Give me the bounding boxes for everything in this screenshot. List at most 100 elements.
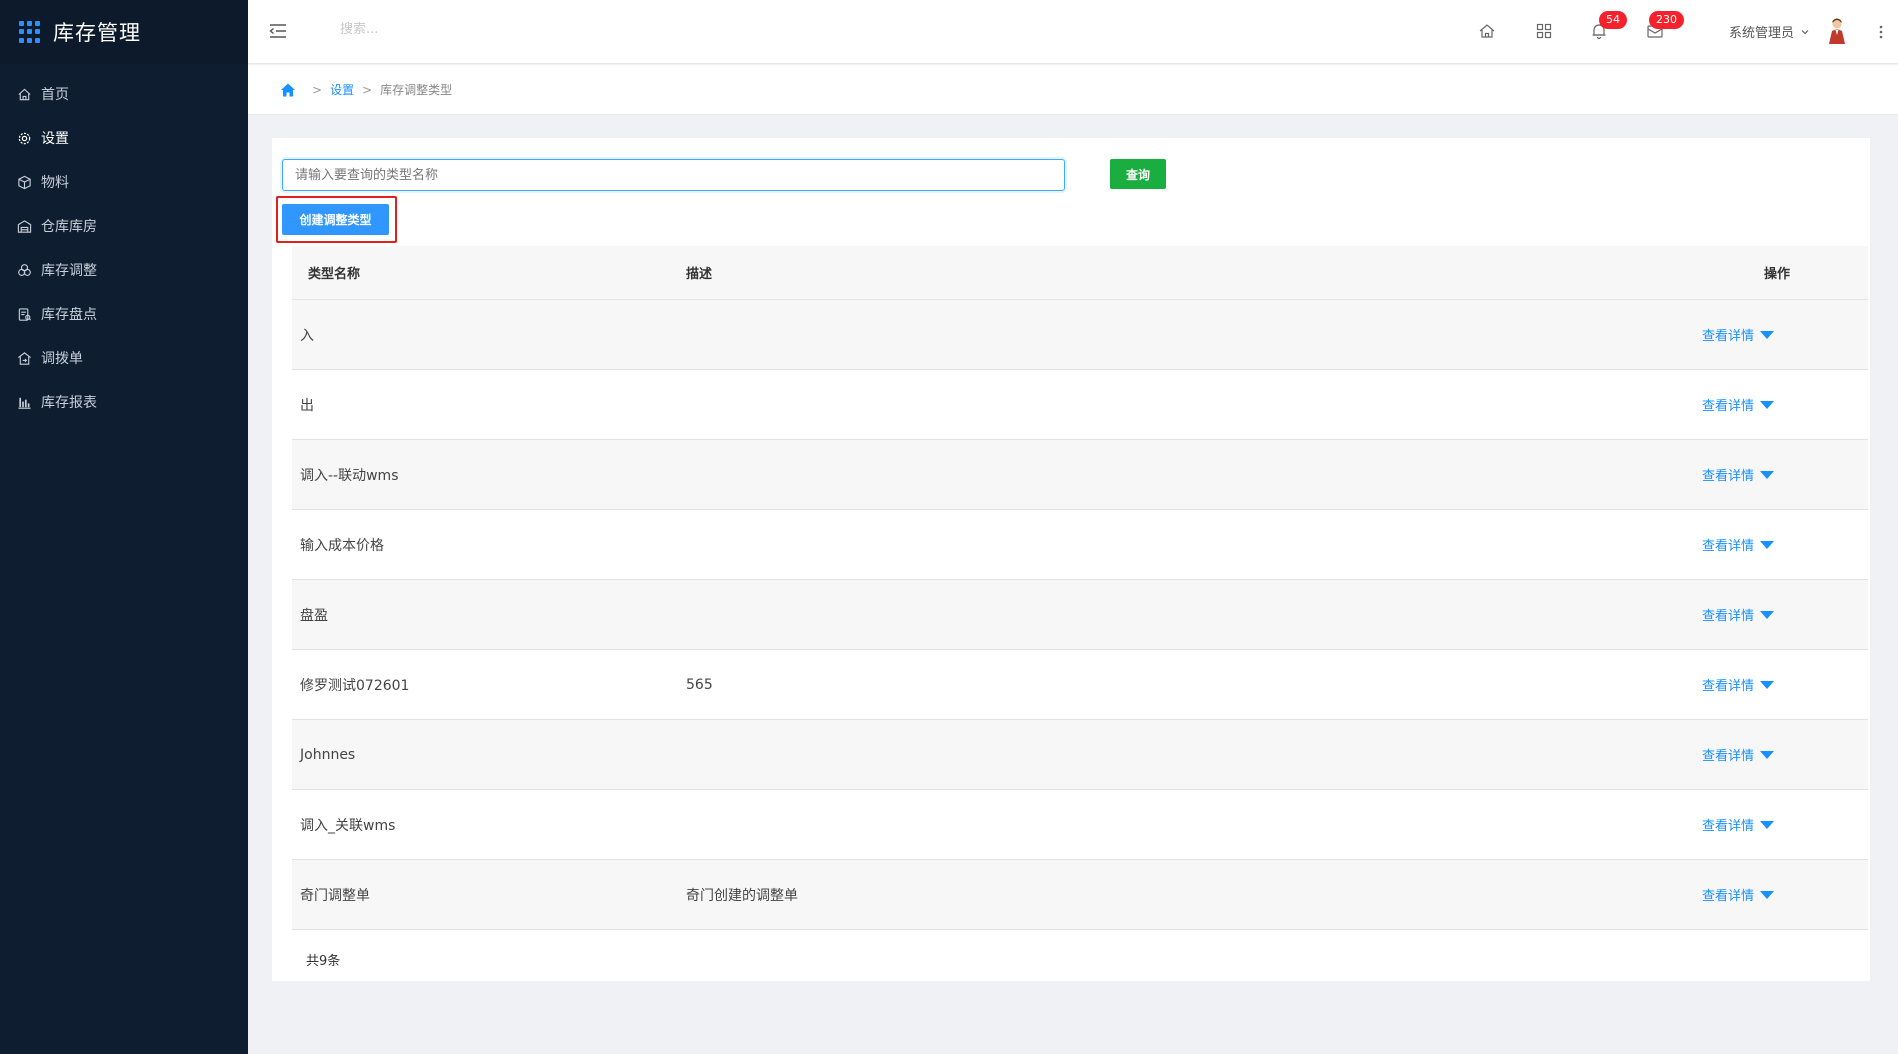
- view-details-label: 查看详情: [1702, 469, 1755, 484]
- view-details-link[interactable]: 查看详情: [1702, 815, 1775, 834]
- inventory-check-icon: [16, 306, 32, 322]
- table-row: 出 查看详情: [292, 370, 1868, 440]
- cell-name: 盘盈: [300, 607, 328, 624]
- cell-name: Johnnes: [300, 746, 356, 763]
- bell-icon[interactable]: 54: [1589, 11, 1627, 41]
- sidebar-item-transfer[interactable]: 调拨单: [0, 336, 248, 380]
- sidebar-item-stock-adjust[interactable]: 库存调整: [0, 248, 248, 292]
- box-icon: [16, 174, 32, 190]
- sidebar-nav: 首页 设置 物料 仓库库房 库存调整 库存盘点 调拨单 库存报表: [0, 72, 248, 424]
- message-icon[interactable]: 230: [1645, 11, 1684, 41]
- app-title: 库存管理: [53, 21, 141, 45]
- bar-chart-icon: [16, 394, 32, 410]
- view-details-label: 查看详情: [1702, 609, 1755, 624]
- column-header-name: 类型名称: [308, 267, 361, 282]
- view-details-link[interactable]: 查看详情: [1702, 745, 1775, 764]
- cell-desc: 奇门创建的调整单: [686, 887, 798, 904]
- sidebar: 库存管理 首页 设置 物料 仓库库房 库存调整 库存盘点 调拨单 库存报表: [0, 0, 248, 1054]
- menu-toggle-icon[interactable]: [268, 20, 288, 42]
- view-details-link[interactable]: 查看详情: [1702, 675, 1775, 694]
- view-details-label: 查看详情: [1702, 329, 1755, 344]
- sidebar-item-label: 首页: [41, 87, 69, 103]
- column-header-op: 操作: [1763, 267, 1790, 282]
- breadcrumb-current: 库存调整类型: [380, 83, 453, 97]
- sidebar-item-home[interactable]: 首页: [0, 72, 248, 116]
- table-row: 修罗测试072601 565 查看详情: [292, 650, 1868, 720]
- global-search-input[interactable]: [340, 22, 640, 37]
- notification-badge: 54: [1599, 11, 1627, 29]
- view-details-label: 查看详情: [1702, 399, 1755, 414]
- caret-down-icon: [1760, 610, 1775, 619]
- sidebar-item-settings[interactable]: 设置: [0, 116, 248, 160]
- breadcrumb-settings-link[interactable]: 设置: [330, 81, 354, 98]
- cell-name: 调入--联动wms: [300, 467, 399, 484]
- table-row: 奇门调整单 奇门创建的调整单 查看详情: [292, 860, 1868, 930]
- view-details-link[interactable]: 查看详情: [1702, 885, 1775, 904]
- view-details-label: 查看详情: [1702, 539, 1755, 554]
- table-row: 调入_关联wms 查看详情: [292, 790, 1868, 860]
- transfer-icon: [16, 350, 32, 366]
- caret-down-icon: [1760, 400, 1775, 409]
- sidebar-item-materials[interactable]: 物料: [0, 160, 248, 204]
- view-details-link[interactable]: 查看详情: [1702, 465, 1775, 484]
- chevron-down-icon: [1801, 29, 1809, 34]
- table-row: 输入成本价格 查看详情: [292, 510, 1868, 580]
- breadcrumb-separator: >: [312, 82, 323, 97]
- caret-down-icon: [1760, 750, 1775, 759]
- table-header: 类型名称 描述 操作: [292, 246, 1868, 300]
- query-button[interactable]: 查询: [1110, 159, 1166, 189]
- sidebar-item-label: 仓库库房: [41, 219, 97, 235]
- sidebar-item-stock-report[interactable]: 库存报表: [0, 380, 248, 424]
- column-header-desc: 描述: [686, 267, 713, 282]
- warehouse-icon: [16, 218, 32, 234]
- user-menu[interactable]: 系统管理员: [1729, 22, 1810, 41]
- apps-grid-icon[interactable]: [19, 21, 41, 43]
- sidebar-item-warehouse[interactable]: 仓库库房: [0, 204, 248, 248]
- caret-down-icon: [1760, 470, 1775, 479]
- avatar[interactable]: [1826, 17, 1848, 45]
- content-panel: 查询 创建调整类型 类型名称 描述 操作 入 查看详情 出 查看详情 调入--联…: [272, 138, 1870, 981]
- view-details-link[interactable]: 查看详情: [1702, 605, 1775, 624]
- view-details-link[interactable]: 查看详情: [1702, 325, 1775, 344]
- sidebar-item-stocktake[interactable]: 库存盘点: [0, 292, 248, 336]
- cell-name: 修罗测试072601: [300, 677, 410, 694]
- breadcrumb-separator: >: [362, 82, 373, 97]
- table-row: Johnnes 查看详情: [292, 720, 1868, 790]
- cell-name: 奇门调整单: [300, 887, 370, 904]
- brand: 库存管理: [0, 0, 248, 64]
- caret-down-icon: [1760, 820, 1775, 829]
- cell-name: 出: [300, 397, 314, 414]
- sidebar-item-label: 库存调整: [41, 263, 97, 279]
- apps-icon[interactable]: [1534, 21, 1554, 41]
- sidebar-item-label: 库存报表: [41, 395, 97, 411]
- adjust-icon: [16, 262, 32, 278]
- sidebar-item-label: 调拨单: [41, 351, 83, 367]
- cell-desc: 565: [686, 676, 713, 693]
- home-icon[interactable]: [1477, 21, 1497, 41]
- caret-down-icon: [1760, 890, 1775, 899]
- cell-name: 输入成本价格: [300, 537, 384, 554]
- more-vertical-icon[interactable]: [1878, 24, 1884, 40]
- table-row: 调入--联动wms 查看详情: [292, 440, 1868, 510]
- view-details-link[interactable]: 查看详情: [1702, 535, 1775, 554]
- total-count: 共9条: [306, 954, 341, 969]
- caret-down-icon: [1760, 680, 1775, 689]
- cell-name: 调入_关联wms: [300, 817, 396, 834]
- home-icon[interactable]: [280, 82, 296, 98]
- sidebar-item-label: 物料: [41, 175, 69, 191]
- caret-down-icon: [1760, 330, 1775, 339]
- sidebar-item-label: 库存盘点: [41, 307, 97, 323]
- view-details-label: 查看详情: [1702, 679, 1755, 694]
- breadcrumb: > 设置 > 库存调整类型: [248, 65, 1898, 115]
- caret-down-icon: [1760, 540, 1775, 549]
- view-details-label: 查看详情: [1702, 749, 1755, 764]
- home-icon: [16, 86, 32, 102]
- view-details-label: 查看详情: [1702, 819, 1755, 834]
- create-adjust-type-button[interactable]: 创建调整类型: [282, 204, 389, 235]
- view-details-link[interactable]: 查看详情: [1702, 395, 1775, 414]
- view-details-label: 查看详情: [1702, 889, 1755, 904]
- create-button-highlight: 创建调整类型: [276, 196, 397, 243]
- type-search-input[interactable]: [282, 159, 1065, 191]
- adjust-type-table: 类型名称 描述 操作 入 查看详情 出 查看详情 调入--联动wms 查看详情 …: [292, 246, 1868, 930]
- table-row: 入 查看详情: [292, 300, 1868, 370]
